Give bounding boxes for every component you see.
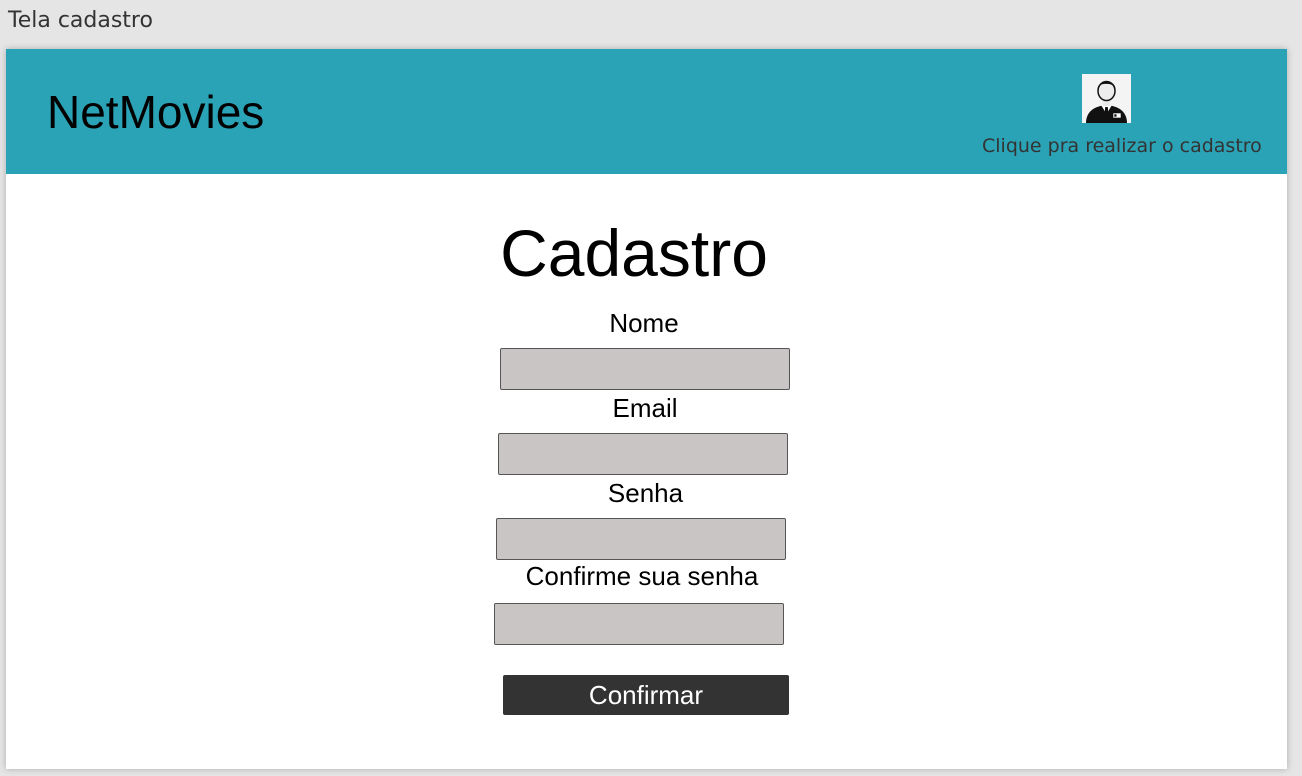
signup-link[interactable]: Clique pra realizar o cadastro: [982, 135, 1262, 157]
confirm-button[interactable]: Confirmar: [503, 675, 789, 715]
confirm-password-label: Confirme sua senha: [525, 561, 759, 591]
frame-title: Tela cadastro: [8, 8, 153, 33]
password-input[interactable]: [496, 518, 786, 560]
email-input[interactable]: [498, 433, 788, 475]
user-avatar-icon[interactable]: [1082, 74, 1131, 123]
name-input[interactable]: [500, 348, 790, 390]
page-canvas: NetMovies Clique pra realizar o cadastro…: [6, 49, 1287, 769]
header-bar: NetMovies Clique pra realizar o cadastro: [6, 49, 1287, 174]
confirm-password-input[interactable]: [494, 603, 784, 645]
password-label: Senha: [607, 478, 684, 508]
email-label: Email: [612, 393, 678, 423]
name-label: Nome: [609, 308, 679, 338]
brand-logo[interactable]: NetMovies: [47, 85, 264, 139]
page-title: Cadastro: [500, 216, 768, 290]
